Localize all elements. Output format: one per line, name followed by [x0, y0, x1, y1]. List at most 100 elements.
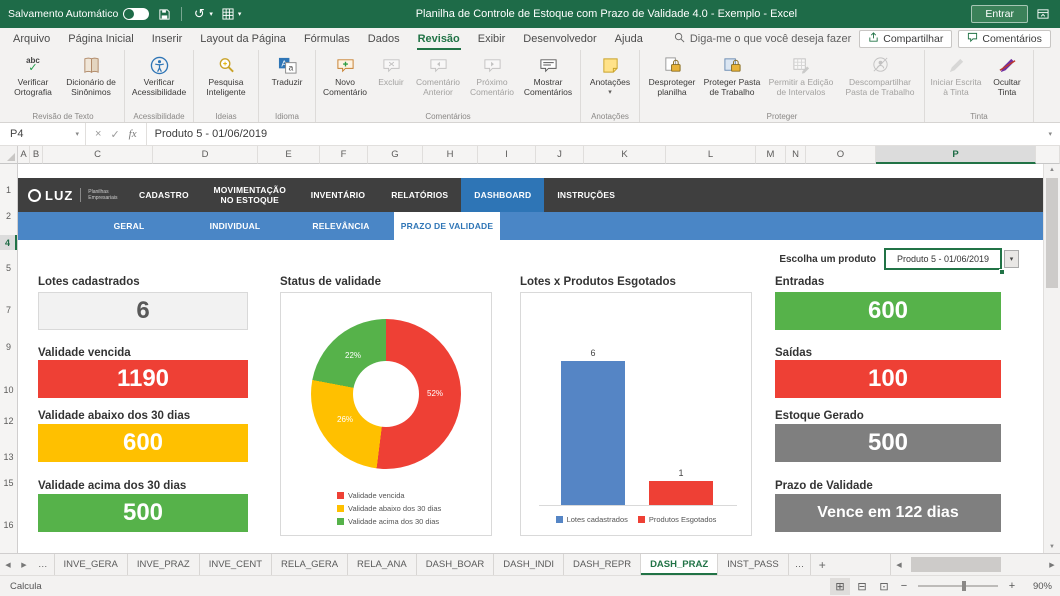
page-layout-view-icon[interactable]: ⊟ — [852, 578, 872, 595]
autosave-toggle[interactable] — [123, 8, 149, 20]
product-picker-select[interactable]: Produto 5 - 01/06/2019 — [884, 248, 1002, 270]
menu-tab-formulas[interactable]: Fórmulas — [295, 28, 359, 50]
subnav-tab-relevancia[interactable]: RELEVÂNCIA — [288, 212, 394, 240]
column-header[interactable]: G — [368, 146, 423, 164]
sheet-tab-rela-gera[interactable]: RELA_GERA — [272, 554, 348, 575]
column-header[interactable]: N — [786, 146, 806, 164]
sheet-tab-dash-indi[interactable]: DASH_INDI — [494, 554, 564, 575]
undo-icon[interactable]: ↺ — [190, 6, 208, 22]
menu-tab-exibir[interactable]: Exibir — [469, 28, 515, 50]
sheet-tab-inve-praz[interactable]: INVE_PRAZ — [128, 554, 200, 575]
notes-button[interactable]: Anotações ▾ — [584, 53, 636, 96]
menu-tab-desenvolvedor[interactable]: Desenvolvedor — [514, 28, 605, 50]
sheet-tab-inst-pass[interactable]: INST_PASS — [718, 554, 789, 575]
menu-tab-dados[interactable]: Dados — [359, 28, 409, 50]
save-icon[interactable] — [155, 6, 173, 22]
next-comment-button[interactable]: Próximo Comentário — [465, 53, 519, 97]
protect-workbook-button[interactable]: Proteger Pasta de Trabalho — [701, 53, 763, 97]
zoom-out-button[interactable]: − — [896, 580, 912, 592]
allow-edit-ranges-button[interactable]: Permitir a Edição de Intervalos — [763, 53, 839, 97]
menu-tab-revisao[interactable]: Revisão — [409, 28, 469, 50]
zoom-level[interactable]: 90% — [1022, 581, 1054, 592]
cancel-icon[interactable]: × — [95, 128, 101, 140]
unprotect-sheet-button[interactable]: Desproteger planilha — [643, 53, 701, 97]
menu-tab-layout[interactable]: Layout da Página — [191, 28, 295, 50]
row-header[interactable]: 2 — [0, 208, 17, 223]
row-header[interactable]: 9 — [0, 339, 17, 354]
row-header[interactable]: 7 — [0, 302, 17, 317]
new-sheet-button[interactable]: + — [811, 554, 833, 575]
autosave-control[interactable]: Salvamento Automático — [8, 8, 149, 20]
previous-comment-button[interactable]: Comentário Anterior — [411, 53, 465, 97]
sign-in-button[interactable]: Entrar — [971, 5, 1028, 23]
sheet-tab-inve-cent[interactable]: INVE_CENT — [200, 554, 272, 575]
subnav-tab-geral[interactable]: GERAL — [76, 212, 182, 240]
sheet-nav-right-icon[interactable]: ▶ — [16, 554, 32, 575]
check-accessibility-button[interactable]: Verificar Acessibilidade — [128, 53, 190, 97]
unshare-workbook-button[interactable]: Descompartilhar Pasta de Trabalho — [839, 53, 921, 97]
sheet-tab-overflow[interactable]: … — [32, 554, 55, 575]
formula-input[interactable]: Produto 5 - 01/06/2019 — [147, 128, 1041, 140]
thesaurus-button[interactable]: Dicionário de Sinônimos — [61, 53, 121, 97]
delete-comment-button[interactable]: Excluir — [371, 53, 411, 88]
select-all-corner[interactable] — [0, 146, 18, 164]
cell-fill-handle[interactable] — [999, 269, 1005, 275]
row-header[interactable]: 5 — [0, 260, 17, 275]
insert-function-button[interactable]: fx — [129, 128, 137, 140]
scroll-right-icon[interactable]: ▶ — [1044, 561, 1060, 569]
enter-icon[interactable]: ✓ — [110, 128, 119, 141]
column-header[interactable]: A — [18, 146, 30, 164]
zoom-slider[interactable] — [918, 585, 998, 587]
comments-button[interactable]: Comentários — [958, 30, 1051, 48]
share-button[interactable]: Compartilhar — [859, 30, 952, 48]
show-comments-button[interactable]: Mostrar Comentários — [519, 53, 577, 97]
sheet-tab-inve-gera[interactable]: INVE_GERA — [55, 554, 128, 575]
row-header-selected[interactable]: 4 — [0, 235, 17, 250]
sheet-tab-rela-ana[interactable]: RELA_ANA — [348, 554, 417, 575]
column-header[interactable]: H — [423, 146, 478, 164]
name-box[interactable]: P4 ▾ — [0, 123, 86, 145]
normal-view-icon[interactable]: ⊞ — [830, 578, 850, 595]
menu-tab-inserir[interactable]: Inserir — [143, 28, 192, 50]
column-header[interactable]: C — [43, 146, 153, 164]
column-header[interactable]: O — [806, 146, 876, 164]
name-box-caret[interactable]: ▾ — [75, 130, 79, 138]
column-header[interactable]: L — [666, 146, 756, 164]
column-header[interactable]: F — [320, 146, 368, 164]
sheet-tab-dash-repr[interactable]: DASH_REPR — [564, 554, 641, 575]
row-header[interactable]: 10 — [0, 382, 17, 397]
hide-ink-button[interactable]: Ocultar Tinta — [984, 53, 1030, 97]
scroll-down-icon[interactable]: ▼ — [1044, 544, 1060, 550]
nav-tab-movimentacao[interactable]: MOVIMENTAÇÃO NO ESTOQUE — [202, 178, 298, 212]
sheet-tab-dash-praz[interactable]: DASH_PRAZ — [641, 554, 718, 575]
scroll-up-icon[interactable]: ▲ — [1044, 167, 1060, 173]
row-header[interactable]: 16 — [0, 517, 17, 532]
row-header[interactable]: 1 — [0, 182, 17, 197]
nav-tab-cadastro[interactable]: CADASTRO — [126, 178, 202, 212]
new-comment-button[interactable]: Novo Comentário — [319, 53, 371, 97]
product-picker-dropdown-icon[interactable]: ▾ — [1004, 250, 1019, 268]
formula-bar-expand-caret[interactable]: ▾ — [1040, 130, 1060, 138]
column-header[interactable]: B — [30, 146, 43, 164]
tell-me-search[interactable]: Diga-me o que você deseja fazer — [666, 32, 859, 46]
menu-tab-ajuda[interactable]: Ajuda — [606, 28, 652, 50]
nav-tab-inventario[interactable]: INVENTÁRIO — [298, 178, 378, 212]
column-header[interactable]: D — [153, 146, 258, 164]
quick-access-caret[interactable]: ▾ — [238, 10, 242, 18]
scroll-left-icon[interactable]: ◀ — [891, 561, 907, 569]
menu-tab-pagina-inicial[interactable]: Página Inicial — [59, 28, 142, 50]
horizontal-scrollbar[interactable]: ◀ ▶ — [890, 554, 1060, 575]
translate-button[interactable]: Aa Traduzir — [262, 53, 312, 88]
column-header[interactable]: K — [584, 146, 666, 164]
row-header[interactable]: 12 — [0, 413, 17, 428]
sheet-tab-dash-boar[interactable]: DASH_BOAR — [417, 554, 495, 575]
start-inking-button[interactable]: Iniciar Escrita à Tinta — [928, 53, 984, 97]
undo-dropdown-caret[interactable]: ▾ — [209, 10, 213, 18]
nav-tab-instrucoes[interactable]: INSTRUÇÕES — [544, 178, 628, 212]
row-header[interactable]: 13 — [0, 449, 17, 464]
sheet-tab-overflow[interactable]: … — [789, 554, 812, 575]
column-header-selected[interactable]: P — [876, 146, 1036, 164]
subnav-tab-prazo-de-validade[interactable]: PRAZO DE VALIDADE — [394, 212, 500, 240]
sheet-nav-left-icon[interactable]: ◀ — [0, 554, 16, 575]
column-header[interactable]: I — [478, 146, 536, 164]
